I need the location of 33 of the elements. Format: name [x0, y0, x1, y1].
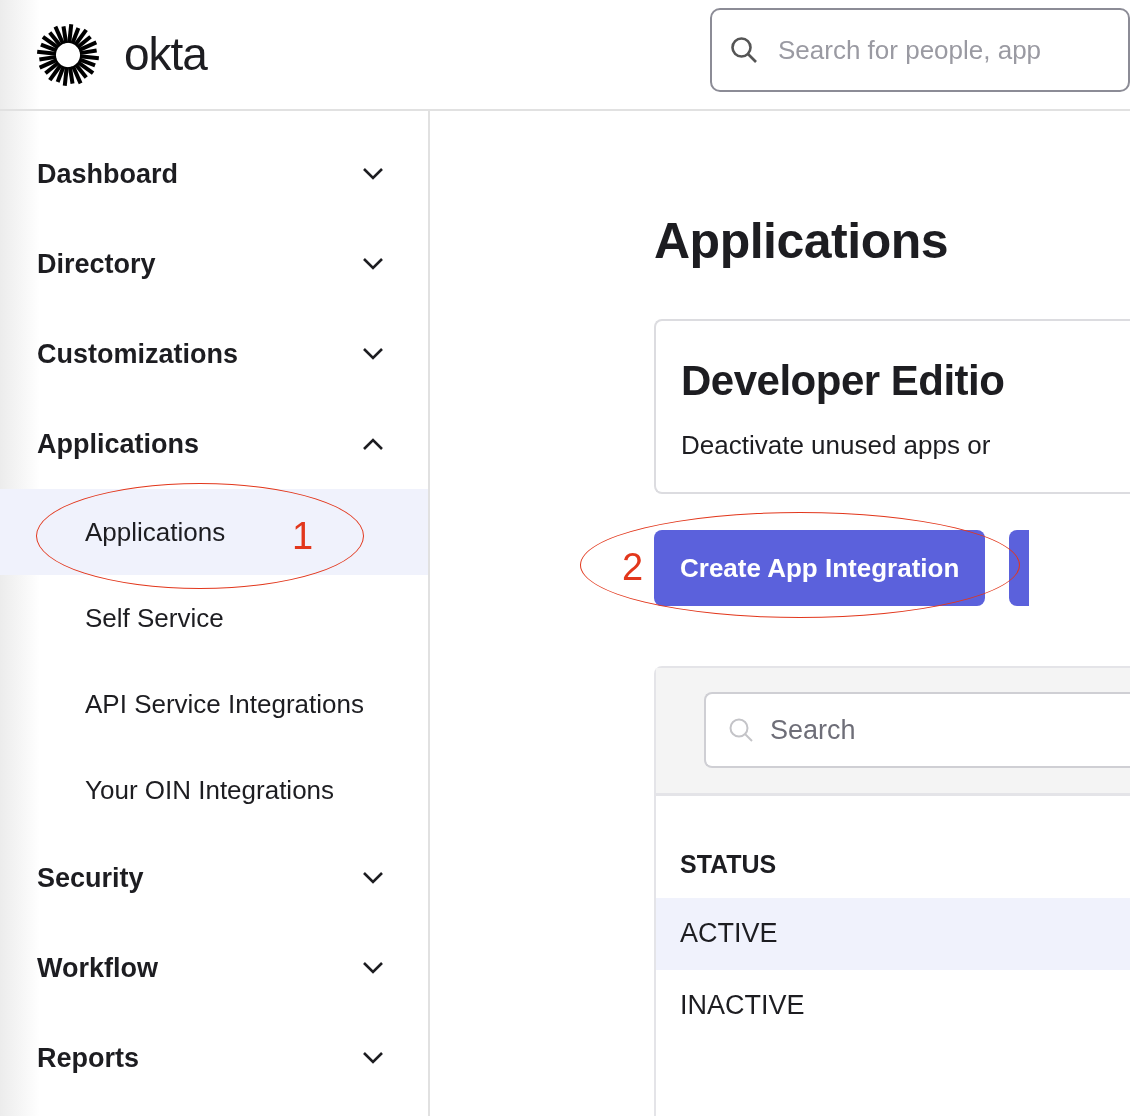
chevron-down-icon — [362, 1051, 384, 1065]
nav-item[interactable]: Security — [0, 833, 428, 923]
nav-subitem[interactable]: API Service Integrations — [0, 661, 428, 747]
create-app-button[interactable]: Create App Integration — [654, 530, 986, 606]
chevron-down-icon — [362, 167, 384, 181]
chevron-down-icon — [362, 871, 384, 885]
nav-item[interactable]: Directory — [0, 219, 428, 309]
nav-item[interactable]: Applications — [0, 399, 428, 489]
sunburst-logo-icon — [36, 22, 100, 87]
notice-title: Developer Editio — [681, 356, 1006, 406]
secondary-button[interactable] — [1009, 530, 1030, 606]
logo-text: okta — [124, 27, 207, 82]
nav-item[interactable]: Workflow — [0, 923, 428, 1013]
chevron-down-icon — [362, 961, 384, 975]
nav-item[interactable]: Dashboard — [0, 129, 428, 219]
notice-text: Deactivate unused apps or — [681, 429, 992, 462]
search-field[interactable]: Search — [704, 692, 1130, 768]
status-filter-option[interactable]: ACTIVE — [656, 897, 1130, 970]
global-search-field[interactable]: Search for people, app — [710, 8, 1130, 92]
nav-subitem[interactable]: Self Service — [0, 575, 428, 661]
search-icon — [728, 717, 754, 743]
column-heading: STATUS — [679, 849, 778, 880]
nav-item[interactable]: Reports — [0, 1013, 428, 1103]
status-filter-option[interactable]: INACTIVE — [656, 969, 1130, 1042]
nav-subitem[interactable]: Your OIN Integrations — [0, 747, 428, 833]
page-title: Applications — [654, 212, 950, 271]
chevron-down-icon — [362, 347, 384, 361]
chevron-down-icon — [362, 257, 384, 271]
nav-item[interactable]: Customizations — [0, 309, 428, 399]
chevron-up-icon — [362, 437, 384, 451]
search-icon — [730, 36, 758, 64]
annotation-number: 2 — [622, 548, 644, 586]
annotation-number: 1 — [292, 517, 314, 555]
